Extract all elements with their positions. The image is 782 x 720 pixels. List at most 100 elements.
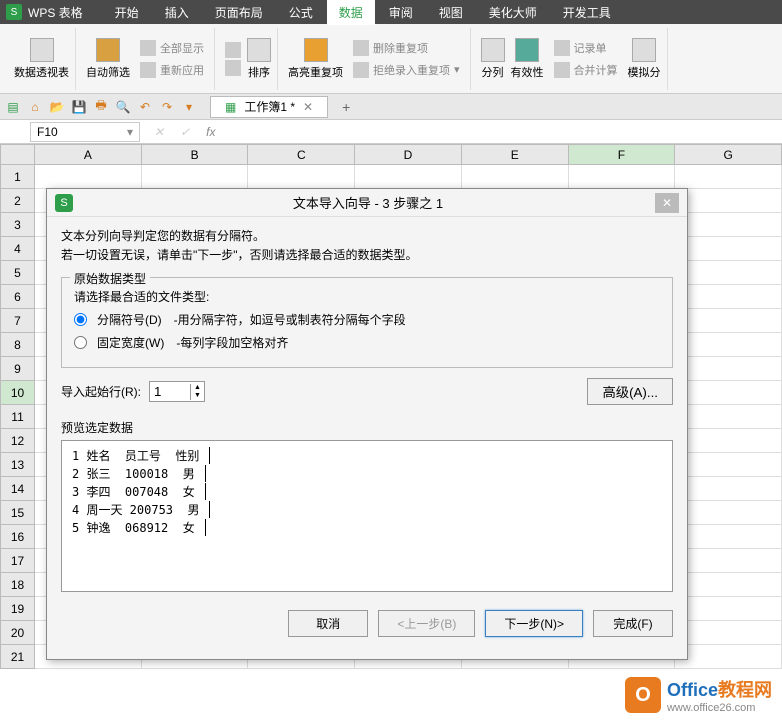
- tab-pagelayout[interactable]: 页面布局: [203, 0, 275, 25]
- showall-button[interactable]: 全部显示: [136, 38, 208, 58]
- col-header-G[interactable]: G: [675, 145, 782, 165]
- cell-G18[interactable]: [675, 573, 782, 597]
- startrow-spinner[interactable]: ▲ ▼: [149, 381, 205, 402]
- finish-button[interactable]: 完成(F): [593, 610, 673, 637]
- tab-insert[interactable]: 插入: [153, 0, 201, 25]
- col-header-E[interactable]: E: [461, 145, 568, 165]
- row-header-15[interactable]: 15: [1, 501, 35, 525]
- cell-G7[interactable]: [675, 309, 782, 333]
- cell-G16[interactable]: [675, 525, 782, 549]
- col-header-C[interactable]: C: [248, 145, 355, 165]
- cell-D1[interactable]: [355, 165, 462, 189]
- tab-view[interactable]: 视图: [427, 0, 475, 25]
- cell-G21[interactable]: [675, 645, 782, 669]
- wps-menu-icon[interactable]: ▤: [4, 98, 22, 116]
- open-icon[interactable]: 📂: [48, 98, 66, 116]
- row-header-8[interactable]: 8: [1, 333, 35, 357]
- col-header-A[interactable]: A: [35, 145, 142, 165]
- cell-G19[interactable]: [675, 597, 782, 621]
- undo-icon[interactable]: ↶: [136, 98, 154, 116]
- cell-G20[interactable]: [675, 621, 782, 645]
- row-header-19[interactable]: 19: [1, 597, 35, 621]
- spinner-down-icon[interactable]: ▼: [191, 392, 204, 400]
- row-header-12[interactable]: 12: [1, 429, 35, 453]
- tab-beautify[interactable]: 美化大师: [477, 0, 549, 25]
- fx-icon[interactable]: fx: [198, 125, 223, 139]
- reapply-button[interactable]: 重新应用: [136, 60, 208, 80]
- tab-start[interactable]: 开始: [103, 0, 151, 25]
- cell-G1[interactable]: [675, 165, 782, 189]
- document-tab[interactable]: ▦ 工作簿1 * ✕: [210, 96, 328, 118]
- cell-G10[interactable]: [675, 381, 782, 405]
- cell-G12[interactable]: [675, 429, 782, 453]
- home-icon[interactable]: ⌂: [26, 98, 44, 116]
- cell-G4[interactable]: [675, 237, 782, 261]
- row-header-4[interactable]: 4: [1, 237, 35, 261]
- rejectdup-button[interactable]: 拒绝录入重复项▾: [349, 60, 464, 80]
- validity-button[interactable]: 有效性: [511, 38, 544, 80]
- row-header-17[interactable]: 17: [1, 549, 35, 573]
- row-header-1[interactable]: 1: [1, 165, 35, 189]
- cell-C1[interactable]: [248, 165, 355, 189]
- name-box[interactable]: F10 ▾: [30, 122, 140, 142]
- cancel-edit-icon[interactable]: ✕: [146, 125, 172, 139]
- cell-G5[interactable]: [675, 261, 782, 285]
- save-icon[interactable]: 💾: [70, 98, 88, 116]
- row-header-7[interactable]: 7: [1, 309, 35, 333]
- row-header-3[interactable]: 3: [1, 213, 35, 237]
- new-tab-button[interactable]: +: [332, 97, 360, 117]
- pivot-table-button[interactable]: 数据透视表: [14, 38, 69, 80]
- tab-formula[interactable]: 公式: [277, 0, 325, 25]
- row-header-14[interactable]: 14: [1, 477, 35, 501]
- row-header-21[interactable]: 21: [1, 645, 35, 669]
- print-preview-icon[interactable]: 🔍: [114, 98, 132, 116]
- namebox-dropdown-icon[interactable]: ▾: [127, 125, 133, 139]
- cell-G9[interactable]: [675, 357, 782, 381]
- redo-icon[interactable]: ↷: [158, 98, 176, 116]
- row-header-11[interactable]: 11: [1, 405, 35, 429]
- highlight-dup-button[interactable]: 高亮重复项: [288, 38, 343, 80]
- cell-G14[interactable]: [675, 477, 782, 501]
- row-header-6[interactable]: 6: [1, 285, 35, 309]
- close-doc-icon[interactable]: ✕: [303, 100, 313, 114]
- qa-dropdown-icon[interactable]: ▾: [180, 98, 198, 116]
- cell-G11[interactable]: [675, 405, 782, 429]
- cell-G13[interactable]: [675, 453, 782, 477]
- fixed-width-radio[interactable]: [74, 336, 87, 349]
- cell-G17[interactable]: [675, 549, 782, 573]
- cell-F1[interactable]: [568, 165, 675, 189]
- cell-G15[interactable]: [675, 501, 782, 525]
- cell-B1[interactable]: [141, 165, 248, 189]
- cell-G3[interactable]: [675, 213, 782, 237]
- sort-button[interactable]: 排序: [247, 38, 271, 80]
- row-header-16[interactable]: 16: [1, 525, 35, 549]
- formula-input[interactable]: [223, 122, 782, 141]
- col-header-B[interactable]: B: [141, 145, 248, 165]
- advanced-button[interactable]: 高级(A)...: [587, 378, 673, 405]
- cell-G6[interactable]: [675, 285, 782, 309]
- removedup-button[interactable]: 删除重复项: [349, 38, 464, 58]
- row-header-18[interactable]: 18: [1, 573, 35, 597]
- cell-A1[interactable]: [35, 165, 142, 189]
- startrow-input[interactable]: [150, 382, 190, 401]
- dialog-close-button[interactable]: ✕: [655, 193, 679, 213]
- tab-data[interactable]: 数据: [327, 0, 375, 25]
- next-button[interactable]: 下一步(N)>: [485, 610, 583, 637]
- cell-E1[interactable]: [461, 165, 568, 189]
- record-button[interactable]: 记录单: [550, 38, 622, 58]
- confirm-edit-icon[interactable]: ✓: [172, 125, 198, 139]
- select-all-corner[interactable]: [1, 145, 35, 165]
- col-header-F[interactable]: F: [568, 145, 675, 165]
- row-header-10[interactable]: 10: [1, 381, 35, 405]
- tab-review[interactable]: 审阅: [377, 0, 425, 25]
- delimited-radio[interactable]: [74, 313, 87, 326]
- col-header-D[interactable]: D: [355, 145, 462, 165]
- whatif-button[interactable]: 模拟分: [628, 38, 661, 80]
- print-icon[interactable]: 🖶: [92, 98, 110, 116]
- row-header-9[interactable]: 9: [1, 357, 35, 381]
- row-header-13[interactable]: 13: [1, 453, 35, 477]
- row-header-5[interactable]: 5: [1, 261, 35, 285]
- autofilter-button[interactable]: 自动筛选: [86, 38, 130, 80]
- text-to-columns-button[interactable]: 分列: [481, 38, 505, 80]
- row-header-20[interactable]: 20: [1, 621, 35, 645]
